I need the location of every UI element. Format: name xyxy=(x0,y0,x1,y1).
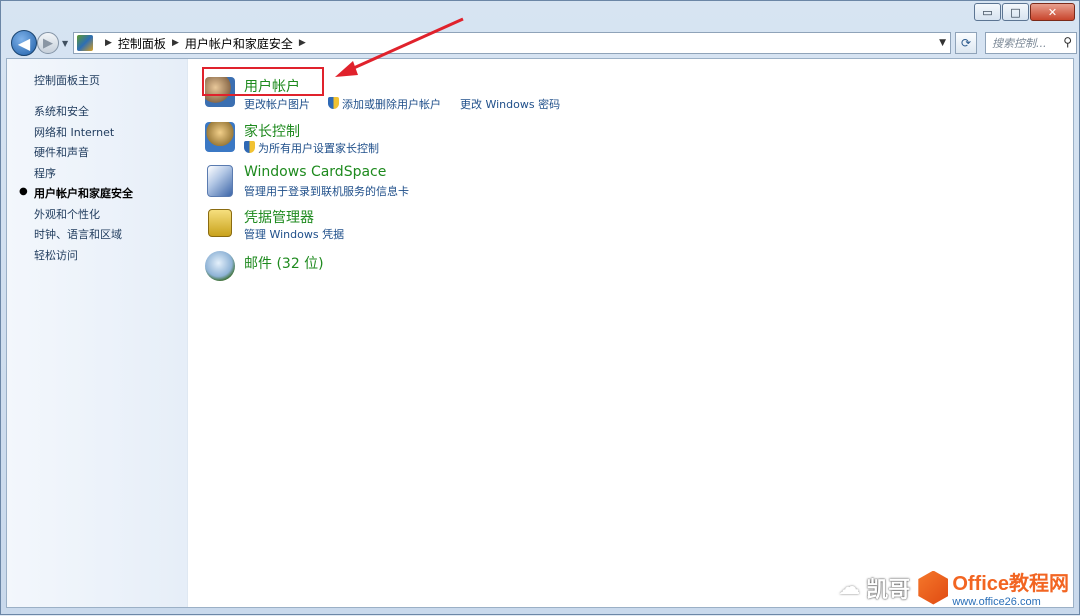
watermark: ☁ 凯哥 Office教程网 www.office26.com xyxy=(838,567,1069,608)
annotation-arrow-icon xyxy=(335,17,464,77)
watermark-brand-block: Office教程网 www.office26.com xyxy=(952,567,1069,608)
control-panel-window: ▭ □ ✕ ◀ ▶ ▼ ▶ 控制面板 ▶ 用户帐户和家庭安全 ▶ ▼ ⟳ 搜索控… xyxy=(0,0,1080,615)
watermark-author: 凯哥 xyxy=(866,577,911,603)
watermark-brand: Office教程网 xyxy=(952,573,1069,595)
office-logo-icon xyxy=(918,570,949,605)
wechat-icon: ☁ xyxy=(838,575,861,600)
watermark-url: www.office26.com xyxy=(952,596,1041,608)
